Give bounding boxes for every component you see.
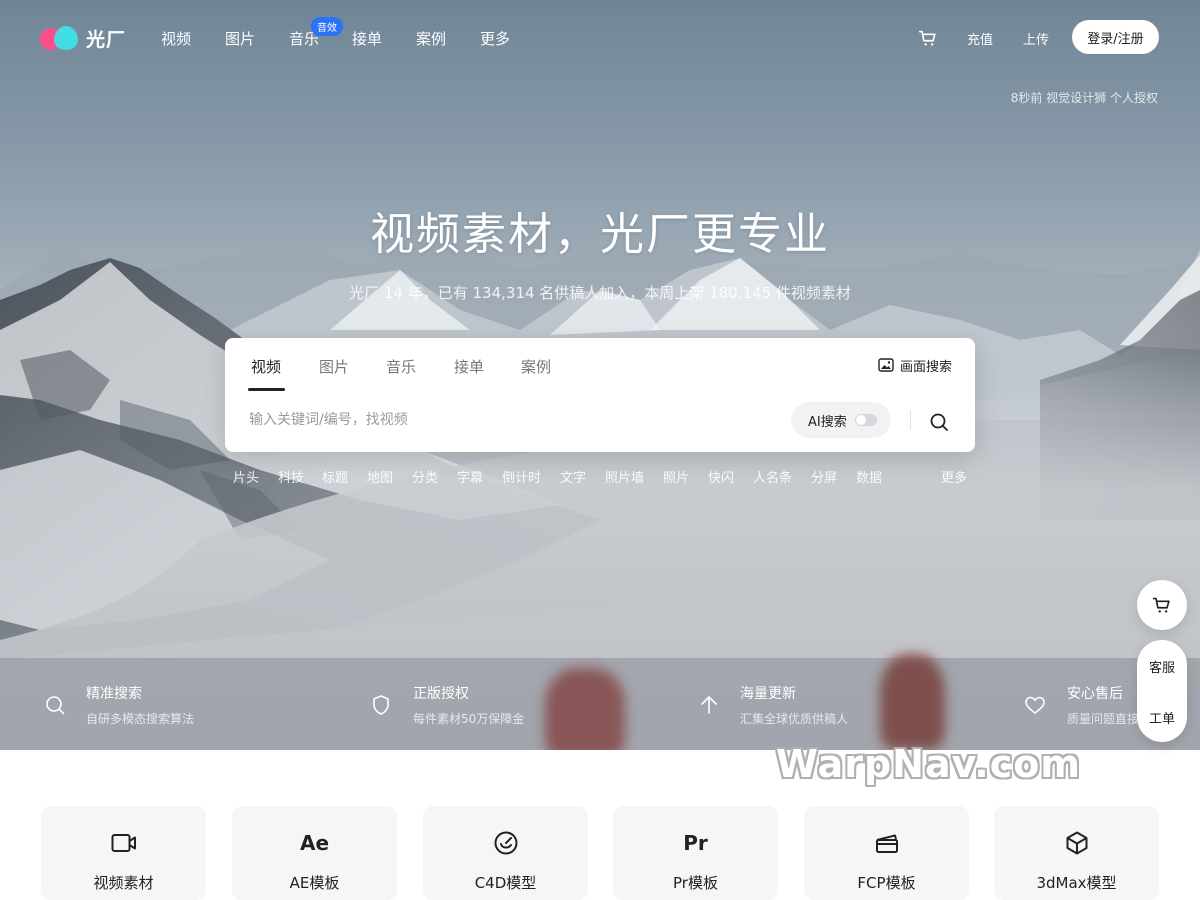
feature-desc: 质量问题直接退 [1067,712,1137,726]
tag-item[interactable]: 片头 [233,467,259,486]
category-label: Pr模板 [673,874,718,892]
shield-icon [373,695,389,715]
nav-link-video[interactable]: 视频 [161,28,191,49]
photo-credit: 8秒前 视觉设计狮 个人授权 [1010,91,1158,105]
search-input[interactable] [249,406,769,434]
tag-item[interactable]: 分屏 [811,467,837,486]
tag-item[interactable]: 地图 [367,467,393,486]
cube-icon [994,830,1159,856]
category-label: 视频素材 [93,874,154,892]
pr-icon: Pr [683,831,708,855]
category-card-fcp[interactable]: FCP模板 [804,806,969,900]
feature-desc: 每件素材50万保障金 [413,712,525,726]
search-tab-video[interactable]: 视频 [251,356,281,377]
search-tab-orders[interactable]: 接单 [454,356,484,377]
tag-item[interactable]: 快闪 [708,467,734,486]
nav-link-image[interactable]: 图片 [225,28,255,49]
tag-item[interactable]: 照片墙 [605,467,644,486]
category-label: C4D模型 [474,874,537,892]
tag-item[interactable]: 字幕 [457,467,483,486]
category-card-ae[interactable]: Ae AE模板 [232,806,397,900]
music-badge: 音效 [311,17,343,36]
feature-desc: 汇集全球优质供稿人 [740,712,849,726]
search-icon[interactable] [927,410,951,434]
tags-more-link[interactable]: 更多 [941,467,967,486]
floating-cart-button[interactable] [1137,580,1187,630]
category-card-pr[interactable]: Pr Pr模板 [613,806,778,900]
search-divider [910,410,911,430]
video-camera-icon [41,830,206,856]
search-tab-cases[interactable]: 案例 [521,356,551,377]
login-button[interactable]: 登录/注册 [1072,20,1159,54]
heart-icon [1025,696,1045,714]
feature-title: 海量更新 [740,686,796,702]
search-panel: 视频 图片 音乐 接单 案例 画面搜索 AI搜索 [225,338,975,452]
category-card-c4d[interactable]: C4D模型 [423,806,588,900]
logo-mark [40,25,80,51]
upload-link[interactable]: 上传 [1023,29,1049,48]
ticket-button[interactable]: 工单 [1137,708,1187,727]
cart-icon [1152,597,1170,613]
tag-item[interactable]: 照片 [663,467,689,486]
tag-item[interactable]: 科技 [278,467,304,486]
tag-item[interactable]: 数据 [856,467,882,486]
feature-bar: 精准搜索 自研多模态搜索算法 正版授权 每件素材50万保障金 海量更新 汇集全球… [0,658,1200,750]
category-card-video[interactable]: 视频素材 [41,806,206,900]
feature-title: 正版授权 [413,686,469,702]
customer-service-button[interactable]: 客服 [1137,657,1187,676]
feature-title: 安心售后 [1067,686,1123,702]
ai-toggle-switch[interactable] [854,414,877,426]
hero-subline: 光厂 14 年，已有 134,314 名供稿人加入，本周上架 180,145 件… [349,284,851,302]
brand-name: 光厂 [86,28,127,51]
c4d-icon [423,830,588,856]
tag-item[interactable]: 分类 [412,467,438,486]
category-label: FCP模板 [857,874,916,892]
floating-support-panel: 客服 工单 [1137,640,1187,742]
top-nav: 光厂 视频 图片 音乐 音效 接单 案例 更多 充值 上传 登录/注册 [0,0,1200,76]
clapperboard-icon [804,830,969,856]
arrow-up-icon [701,696,717,714]
ai-search-toggle[interactable]: AI搜索 [791,402,891,438]
search-icon [46,696,65,715]
tag-item[interactable]: 人名条 [753,467,792,486]
brand-logo[interactable]: 光厂 [40,24,126,52]
tag-item[interactable]: 标题 [322,467,348,486]
category-card-3dmax[interactable]: 3dMax模型 [994,806,1159,900]
nav-link-cases[interactable]: 案例 [416,28,446,49]
feature-desc: 自研多模态搜索算法 [86,712,195,726]
nav-link-more[interactable]: 更多 [480,28,510,49]
hero-headline: 视频素材，光厂更专业 [370,209,830,260]
watermark: WarpNav.com [776,742,1081,786]
search-tab-music[interactable]: 音乐 [386,356,416,377]
nav-link-orders[interactable]: 接单 [352,28,382,49]
tag-item[interactable]: 倒计时 [502,467,541,486]
image-search-label: 画面搜索 [899,359,952,375]
ai-search-label: AI搜索 [808,414,847,430]
image-icon [878,358,894,372]
ae-icon: Ae [299,831,330,855]
feature-title: 精准搜索 [86,686,142,702]
category-label: AE模板 [289,874,340,892]
active-tab-indicator [248,388,285,391]
image-search-button[interactable]: 画面搜索 [867,350,963,380]
recharge-link[interactable]: 充值 [967,29,993,48]
category-label: 3dMax模型 [1036,874,1117,892]
tag-item[interactable]: 文字 [560,467,586,486]
cart-icon[interactable] [917,27,939,49]
search-tab-image[interactable]: 图片 [319,356,349,377]
